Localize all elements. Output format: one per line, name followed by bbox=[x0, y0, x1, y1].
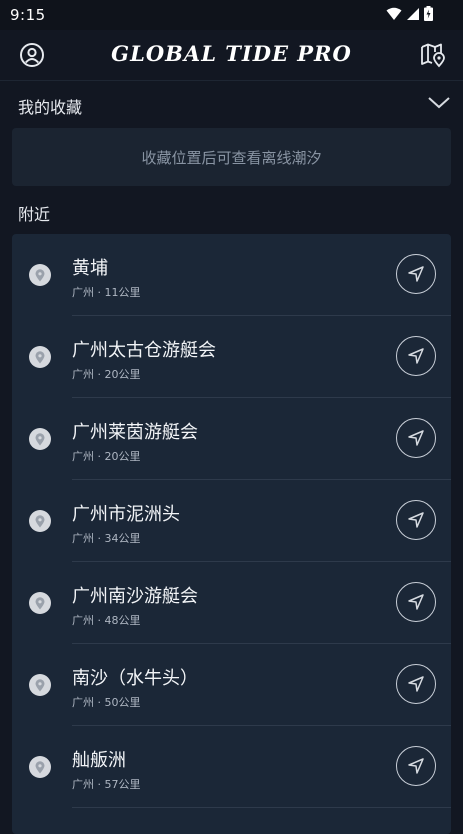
location-pin-icon bbox=[29, 756, 51, 778]
navigation-arrow-icon bbox=[408, 594, 424, 610]
navigate-button[interactable] bbox=[396, 418, 436, 458]
location-subtitle: 广州 · 50公里 bbox=[72, 696, 141, 709]
navigate-button[interactable] bbox=[396, 664, 436, 704]
navigate-button[interactable] bbox=[396, 746, 436, 786]
location-subtitle: 广州 · 34公里 bbox=[72, 532, 141, 545]
navigate-button[interactable] bbox=[396, 254, 436, 294]
navigation-arrow-icon bbox=[408, 758, 424, 774]
wifi-icon bbox=[386, 7, 402, 20]
location-pin-icon bbox=[29, 428, 51, 450]
cell-signal-icon bbox=[407, 7, 419, 20]
navigation-arrow-icon bbox=[408, 266, 424, 282]
location-subtitle: 广州 · 20公里 bbox=[72, 368, 141, 381]
navigate-button[interactable] bbox=[396, 500, 436, 540]
location-pin-icon bbox=[29, 264, 51, 286]
list-item[interactable]: 广州市泥洲头 广州 · 34公里 bbox=[12, 480, 451, 562]
location-pin-icon bbox=[29, 346, 51, 368]
status-icons bbox=[386, 6, 433, 21]
app-title: GLOBAL TIDE PRO bbox=[111, 41, 352, 66]
favorites-title: 我的收藏 bbox=[18, 98, 83, 117]
divider bbox=[72, 807, 451, 808]
location-name: 南沙（水牛头） bbox=[72, 668, 198, 689]
status-time: 9:15 bbox=[10, 6, 46, 24]
list-item[interactable]: 广州太古仓游艇会 广州 · 20公里 bbox=[12, 316, 451, 398]
location-pin-icon bbox=[29, 674, 51, 696]
navigation-arrow-icon bbox=[408, 348, 424, 364]
location-pin-icon bbox=[29, 592, 51, 614]
location-pin-icon bbox=[29, 510, 51, 532]
nearby-list: 黄埔 广州 · 11公里 广州太古仓游艇会 广州 · 20公里 广州莱茵游艇会 … bbox=[12, 234, 451, 834]
location-subtitle: 广州 · 11公里 bbox=[72, 286, 141, 299]
status-bar: 9:15 bbox=[0, 0, 463, 30]
list-item[interactable]: 广州莱茵游艇会 广州 · 20公里 bbox=[12, 398, 451, 480]
navigate-button[interactable] bbox=[396, 336, 436, 376]
favorites-empty-message: 收藏位置后可查看离线潮汐 bbox=[12, 128, 451, 186]
navigation-arrow-icon bbox=[408, 430, 424, 446]
list-item[interactable]: 舢舨洲 广州 · 57公里 bbox=[12, 726, 451, 808]
location-name: 黄埔 bbox=[72, 258, 108, 279]
list-item[interactable]: 广州南沙游艇会 广州 · 48公里 bbox=[12, 562, 451, 644]
location-name: 广州南沙游艇会 bbox=[72, 586, 198, 607]
map-button[interactable] bbox=[419, 41, 447, 69]
navigate-button[interactable] bbox=[396, 582, 436, 622]
navigation-arrow-icon bbox=[408, 676, 424, 692]
location-name: 广州市泥洲头 bbox=[72, 504, 180, 525]
chevron-down-icon[interactable] bbox=[427, 93, 451, 113]
favorites-header[interactable]: 我的收藏 bbox=[0, 81, 463, 125]
location-name: 舢舨洲 bbox=[72, 750, 126, 771]
location-name: 广州太古仓游艇会 bbox=[72, 340, 216, 361]
navigation-arrow-icon bbox=[408, 512, 424, 528]
location-subtitle: 广州 · 57公里 bbox=[72, 778, 141, 791]
app-header: GLOBAL TIDE PRO bbox=[0, 30, 463, 81]
location-name: 广州莱茵游艇会 bbox=[72, 422, 198, 443]
map-location-icon bbox=[421, 43, 445, 68]
nearby-title: 附近 bbox=[18, 205, 51, 224]
list-item[interactable]: 黄埔 广州 · 11公里 bbox=[12, 234, 451, 316]
battery-icon bbox=[424, 6, 433, 21]
location-subtitle: 广州 · 20公里 bbox=[72, 450, 141, 463]
location-subtitle: 广州 · 48公里 bbox=[72, 614, 141, 627]
list-item[interactable]: 南沙（水牛头） 广州 · 50公里 bbox=[12, 644, 451, 726]
